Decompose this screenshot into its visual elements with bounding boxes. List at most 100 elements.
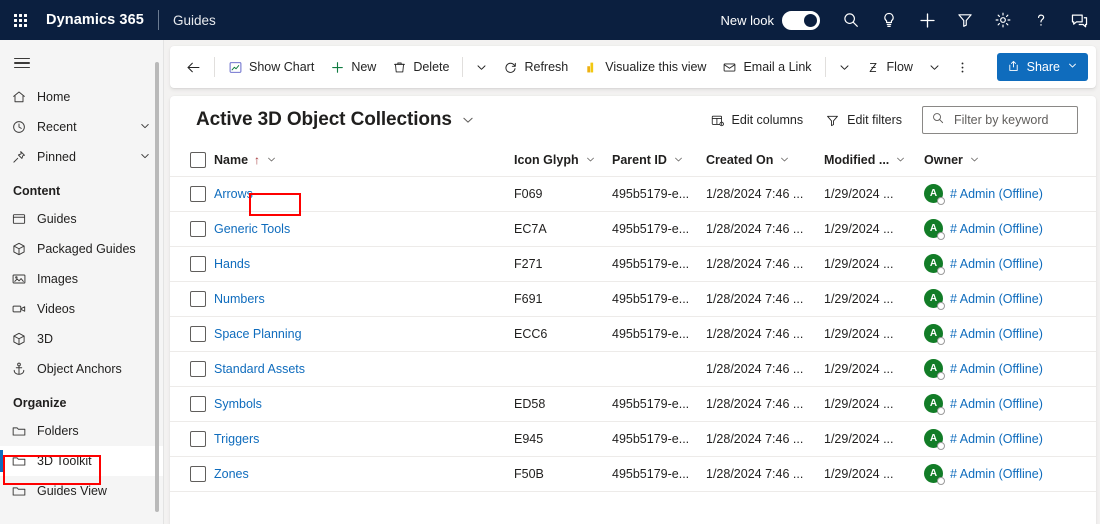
row-checkbox[interactable] (190, 185, 206, 202)
sidebar-item-label: Guides View (37, 484, 107, 498)
column-header-owner[interactable]: Owner (924, 144, 1096, 177)
email-overflow-chevron-icon[interactable] (832, 52, 857, 82)
record-link[interactable]: Symbols (214, 397, 262, 411)
filter-by-keyword-box[interactable] (922, 106, 1078, 134)
delete-overflow-chevron-icon[interactable] (469, 52, 494, 82)
share-button[interactable]: Share (996, 53, 1088, 81)
sidebar-item-object-anchors[interactable]: Object Anchors (0, 354, 163, 384)
owner-link[interactable]: # Admin (Offline) (950, 187, 1043, 201)
column-header-created-on[interactable]: Created On (706, 144, 824, 177)
owner-link[interactable]: # Admin (Offline) (950, 362, 1043, 376)
visualize-this-view-button[interactable]: Visualize this view (577, 52, 713, 82)
owner-link[interactable]: # Admin (Offline) (950, 292, 1043, 306)
column-header-name[interactable]: Name ↑ (214, 144, 514, 177)
hamburger-menu-icon[interactable] (0, 44, 44, 82)
sidebar-item-3d[interactable]: 3D (0, 324, 163, 354)
chevron-down-icon[interactable] (779, 154, 790, 165)
row-checkbox[interactable] (190, 465, 206, 482)
column-header-modified-on[interactable]: Modified ... (824, 144, 924, 177)
sidebar-item-pinned[interactable]: Pinned (0, 142, 163, 172)
sidebar-item-guides[interactable]: Guides (0, 204, 163, 234)
column-header-icon-glyph[interactable]: Icon Glyph (514, 144, 612, 177)
column-header-parent-id[interactable]: Parent ID (612, 144, 706, 177)
owner-link[interactable]: # Admin (Offline) (950, 327, 1043, 341)
row-checkbox[interactable] (190, 360, 206, 377)
edit-filters-button[interactable]: Edit filters (817, 106, 910, 134)
owner-link[interactable]: # Admin (Offline) (950, 257, 1043, 271)
app-launcher-icon[interactable] (0, 0, 40, 40)
owner-link[interactable]: # Admin (Offline) (950, 467, 1043, 481)
sidebar-item-home[interactable]: Home (0, 82, 163, 112)
row-checkbox[interactable] (190, 325, 206, 342)
record-link[interactable]: Hands (214, 257, 250, 271)
more-commands-icon[interactable] (949, 52, 976, 82)
show-chart-button[interactable]: Show Chart (221, 52, 321, 82)
owner-link[interactable]: # Admin (Offline) (950, 432, 1043, 446)
record-link[interactable]: Generic Tools (214, 222, 290, 236)
flow-chevron-icon[interactable] (922, 52, 947, 82)
filter-icon[interactable] (946, 0, 984, 40)
sidebar-item-images[interactable]: Images (0, 264, 163, 294)
table-row[interactable]: Arrows F069 495b5179-e... 1/28/2024 7:46 ..… (170, 176, 1096, 212)
row-checkbox[interactable] (190, 395, 206, 412)
owner-link[interactable]: # Admin (Offline) (950, 222, 1043, 236)
plus-icon[interactable] (908, 0, 946, 40)
question-icon[interactable] (1022, 0, 1060, 40)
chevron-down-icon[interactable] (969, 154, 980, 165)
gear-icon[interactable] (984, 0, 1022, 40)
sidebar-item-3d-toolkit[interactable]: 3D Toolkit (0, 446, 163, 476)
select-all-checkbox[interactable] (190, 151, 206, 168)
table-row[interactable]: Generic Tools EC7A 495b5179-e... 1/28/2024 … (170, 211, 1096, 247)
row-checkbox[interactable] (190, 430, 206, 447)
chevron-down-icon[interactable] (139, 150, 151, 165)
search-icon[interactable] (832, 0, 870, 40)
table-row[interactable]: Space Planning ECC6 495b5179-e... 1/28/2024… (170, 316, 1096, 352)
delete-button[interactable]: Delete (385, 52, 456, 82)
row-checkbox[interactable] (190, 255, 206, 272)
flow-button[interactable]: Flow (859, 52, 920, 82)
chevron-down-icon[interactable] (673, 154, 684, 165)
table-row[interactable]: Zones F50B 495b5179-e... 1/28/2024 7:46 ...… (170, 456, 1096, 492)
row-checkbox[interactable] (190, 220, 206, 237)
sidebar-item-guides-view[interactable]: Guides View (0, 476, 163, 506)
chevron-down-icon[interactable] (139, 120, 151, 135)
sidebar-item-recent[interactable]: Recent (0, 112, 163, 142)
sidebar-item-videos[interactable]: Videos (0, 294, 163, 324)
cell-parent-id: 495b5179-e... (612, 421, 706, 457)
back-button[interactable] (179, 52, 208, 82)
record-link[interactable]: Space Planning (214, 327, 302, 341)
new-look-toggle[interactable] (782, 10, 820, 30)
refresh-button[interactable]: Refresh (496, 52, 575, 82)
cell-owner: A # Admin (Offline) (924, 176, 1096, 212)
chevron-down-icon[interactable] (895, 154, 906, 165)
owner-wrapper: A # Admin (Offline) (924, 359, 1096, 380)
chat-icon[interactable] (1060, 0, 1098, 40)
sidebar-scrollbar[interactable] (155, 62, 159, 512)
new-button[interactable]: New (323, 52, 383, 82)
record-link[interactable]: Triggers (214, 432, 259, 446)
table-row[interactable]: Hands F271 495b5179-e... 1/28/2024 7:46 ...… (170, 246, 1096, 282)
table-row[interactable]: Standard Assets 1/28/2024 7:46 ... 1/29/20… (170, 351, 1096, 387)
table-row[interactable]: Triggers E945 495b5179-e... 1/28/2024 7:46 … (170, 421, 1096, 457)
sidebar-item-packaged-guides[interactable]: Packaged Guides (0, 234, 163, 264)
row-checkbox[interactable] (190, 290, 206, 307)
edit-columns-button[interactable]: Edit columns (702, 106, 812, 134)
record-link[interactable]: Arrows (214, 187, 253, 201)
table-row[interactable]: Numbers F691 495b5179-e... 1/28/2024 7:46 .… (170, 281, 1096, 317)
chevron-down-icon[interactable] (266, 154, 277, 165)
app-name-label[interactable]: Guides (173, 13, 216, 28)
search-input[interactable] (952, 112, 1069, 128)
record-link[interactable]: Zones (214, 467, 249, 481)
sidebar-item-folders[interactable]: Folders (0, 416, 163, 446)
view-selector-chevron-icon[interactable] (461, 113, 475, 127)
chevron-down-icon[interactable] (585, 154, 596, 165)
owner-link[interactable]: # Admin (Offline) (950, 397, 1043, 411)
presence-offline-icon (937, 372, 945, 380)
table-row[interactable]: Symbols ED58 495b5179-e... 1/28/2024 7:46 .… (170, 386, 1096, 422)
record-link[interactable]: Standard Assets (214, 362, 305, 376)
chevron-down-icon[interactable] (1067, 60, 1078, 74)
email-a-link-button[interactable]: Email a Link (715, 52, 818, 82)
lightbulb-icon[interactable] (870, 0, 908, 40)
cell-icon-glyph: E945 (514, 421, 612, 457)
record-link[interactable]: Numbers (214, 292, 265, 306)
